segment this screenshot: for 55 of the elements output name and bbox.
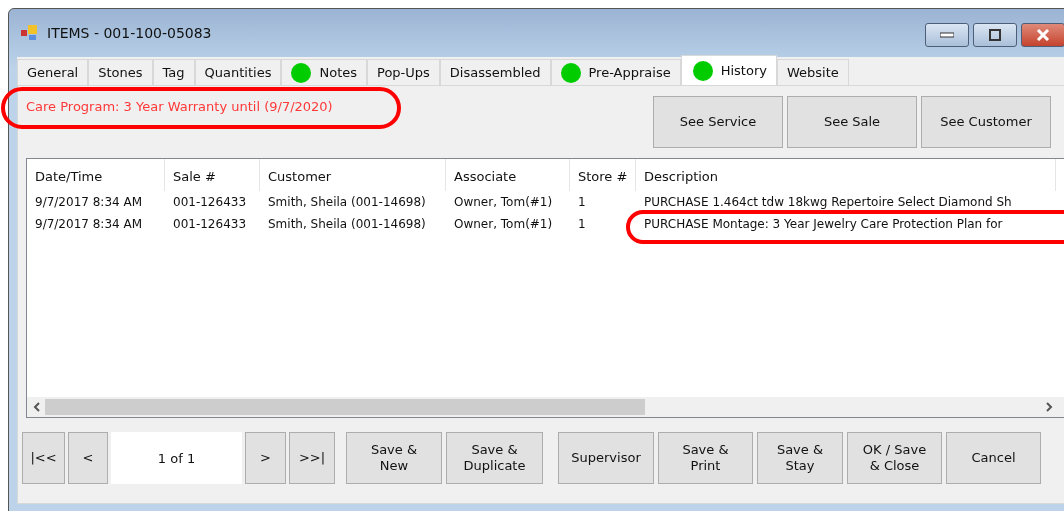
tab[interactable]: Disassembled <box>439 59 551 85</box>
action-button[interactable]: Supervisor <box>558 432 654 484</box>
maximize-icon <box>989 29 1001 41</box>
horizontal-scrollbar[interactable] <box>27 397 1064 417</box>
care-program-notice: Care Program: 3 Year Warranty until (9/7/2020) <box>26 99 333 114</box>
column-header[interactable]: Customer <box>260 159 446 191</box>
tab[interactable]: Website <box>776 59 849 85</box>
scroll-left-icon <box>33 402 41 412</box>
action-button[interactable]: OK / Save & Close <box>847 432 942 484</box>
tab[interactable]: Notes <box>281 59 367 85</box>
close-icon <box>1036 29 1050 41</box>
minimize-icon <box>940 32 954 38</box>
app-icon <box>21 25 39 41</box>
action-button[interactable]: Save & Print <box>658 432 753 484</box>
action-button[interactable]: Save & Duplicate <box>446 432 543 484</box>
previous-page-button[interactable]: < <box>68 432 108 484</box>
column-header[interactable]: Store # <box>570 159 636 191</box>
table-cell: Smith, Sheila (001-14698) <box>268 195 426 209</box>
tab[interactable]: Tag <box>152 59 195 85</box>
table-cell: Owner, Tom(#1) <box>454 217 553 231</box>
table-cell: Smith, Sheila (001-14698) <box>268 217 426 231</box>
table-cell: PURCHASE 1.464ct tdw 18kwg Repertoire Select Diamond Sh <box>644 195 1012 209</box>
see-button[interactable]: See Service <box>653 96 783 148</box>
maximize-button[interactable] <box>973 23 1017 47</box>
window-title: ITEMS - 001-100-05083 <box>47 25 212 41</box>
close-button[interactable] <box>1021 23 1064 47</box>
tab[interactable]: History <box>680 55 777 85</box>
action-button[interactable]: Save & Stay <box>757 432 843 484</box>
see-button[interactable]: See Customer <box>921 96 1051 148</box>
first-page-button[interactable]: |<< <box>22 432 65 484</box>
table-cell: 9/7/2017 8:34 AM <box>35 217 143 231</box>
tab[interactable]: General <box>17 59 89 85</box>
last-page-button[interactable]: >>| <box>289 432 335 484</box>
next-page-button[interactable]: > <box>245 432 286 484</box>
minimize-button[interactable] <box>925 23 969 47</box>
column-header[interactable]: Date/Time <box>27 159 165 191</box>
tab[interactable]: Stones <box>88 59 153 85</box>
tab[interactable]: Quantities <box>194 59 282 85</box>
action-button[interactable]: Cancel <box>946 432 1041 484</box>
column-header[interactable]: Associate <box>446 159 570 191</box>
scroll-right-icon <box>1045 402 1053 412</box>
column-header[interactable]: Description <box>636 159 1056 191</box>
table-cell: 001-126433 <box>173 217 247 231</box>
table-cell: PURCHASE Montage: 3 Year Jewelry Care Protection Plan for <box>644 217 1003 231</box>
table-cell: 9/7/2017 8:34 AM <box>35 195 143 209</box>
tab[interactable]: Pre-Appraise <box>550 59 681 85</box>
table-cell: 1 <box>578 195 586 209</box>
see-button[interactable]: See Sale <box>787 96 917 148</box>
action-button[interactable]: Save & New <box>346 432 442 484</box>
table-cell: 001-126433 <box>173 195 247 209</box>
column-header[interactable]: Sale # <box>165 159 260 191</box>
page-field[interactable]: 1 of 1 <box>111 432 242 484</box>
table-cell: 1 <box>578 217 586 231</box>
table-cell: Owner, Tom(#1) <box>454 195 553 209</box>
tab[interactable]: Pop-Ups <box>367 59 440 85</box>
